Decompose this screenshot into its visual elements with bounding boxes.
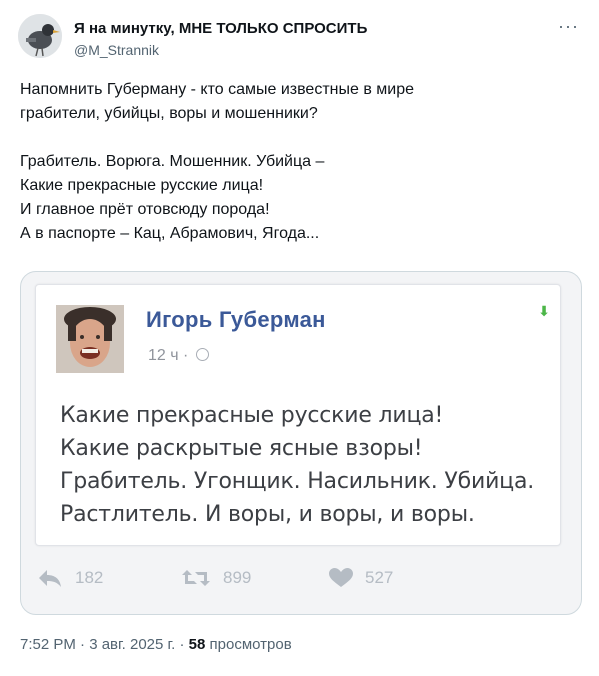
- tweet-line: А в паспорте – Кац, Абрамович, Ягода...: [20, 225, 320, 242]
- tweet-line: Напомнить Губерману - кто самые известны…: [20, 81, 414, 98]
- like-count: 527: [365, 568, 394, 587]
- post-text: Какие прекрасные русские лица! Какие рас…: [60, 399, 550, 531]
- retweet-icon: [182, 570, 210, 586]
- person-photo-icon: [56, 305, 124, 373]
- post-time: 12 ч ·: [148, 347, 209, 365]
- embedded-stats: 182 899 527: [21, 568, 581, 598]
- tweet-footer: 7:52 PM · 3 авг. 2025 г. · 58 просмотров: [20, 636, 292, 653]
- reply-stat: 182: [37, 568, 103, 588]
- post-line: Растлитель. И воры, и воры, и воры.: [60, 502, 475, 527]
- tweet-line: Какие прекрасные русские лица!: [20, 177, 264, 194]
- tweet-datetime[interactable]: 7:52 PM · 3 авг. 2025 г. ·: [20, 636, 189, 653]
- post-author: Игорь Губерман: [146, 307, 326, 332]
- post-line: Какие раскрытые ясные взоры!: [60, 436, 423, 461]
- author-photo: [56, 305, 124, 373]
- like-stat: 527: [329, 568, 393, 588]
- post-line: Грабитель. Угонщик. Насильник. Убийца.: [60, 469, 535, 494]
- tweet-line: грабители, убийцы, воры и мошенники?: [20, 105, 318, 122]
- heart-icon: [329, 568, 353, 587]
- display-name[interactable]: Я на минутку, МНЕ ТОЛЬКО СПРОСИТЬ: [74, 20, 367, 37]
- retweet-count: 899: [223, 568, 252, 587]
- user-handle[interactable]: @M_Strannik: [74, 42, 159, 58]
- embedded-post: Игорь Губерман 12 ч · ⬇ Какие прекрасные…: [35, 284, 561, 546]
- post-line: Какие прекрасные русские лица!: [60, 403, 444, 428]
- tweet-line: И главное прёт отовсюду порода!: [20, 201, 270, 218]
- views-count: 58: [188, 636, 206, 653]
- tweet-header: Я на минутку, МНЕ ТОЛЬКО СПРОСИТЬ @M_Str…: [18, 14, 583, 64]
- user-avatar[interactable]: [18, 14, 62, 58]
- tweet-line: Грабитель. Ворюга. Мошенник. Убийца –: [20, 153, 325, 170]
- views-label: просмотров: [205, 636, 292, 653]
- reply-icon: [39, 570, 61, 587]
- tweet-text: Напомнить Губерману - кто самые известны…: [20, 78, 580, 246]
- post-time-text: 12 ч ·: [148, 347, 189, 364]
- reply-count: 182: [75, 568, 104, 587]
- retweet-stat: 899: [181, 568, 251, 588]
- download-arrow-icon: ⬇: [538, 303, 550, 319]
- more-options-icon[interactable]: ···: [558, 16, 579, 37]
- bird-avatar-icon: [18, 14, 62, 58]
- tweet-media-image[interactable]: Игорь Губерман 12 ч · ⬇ Какие прекрасные…: [20, 271, 582, 615]
- globe-icon: [195, 348, 209, 361]
